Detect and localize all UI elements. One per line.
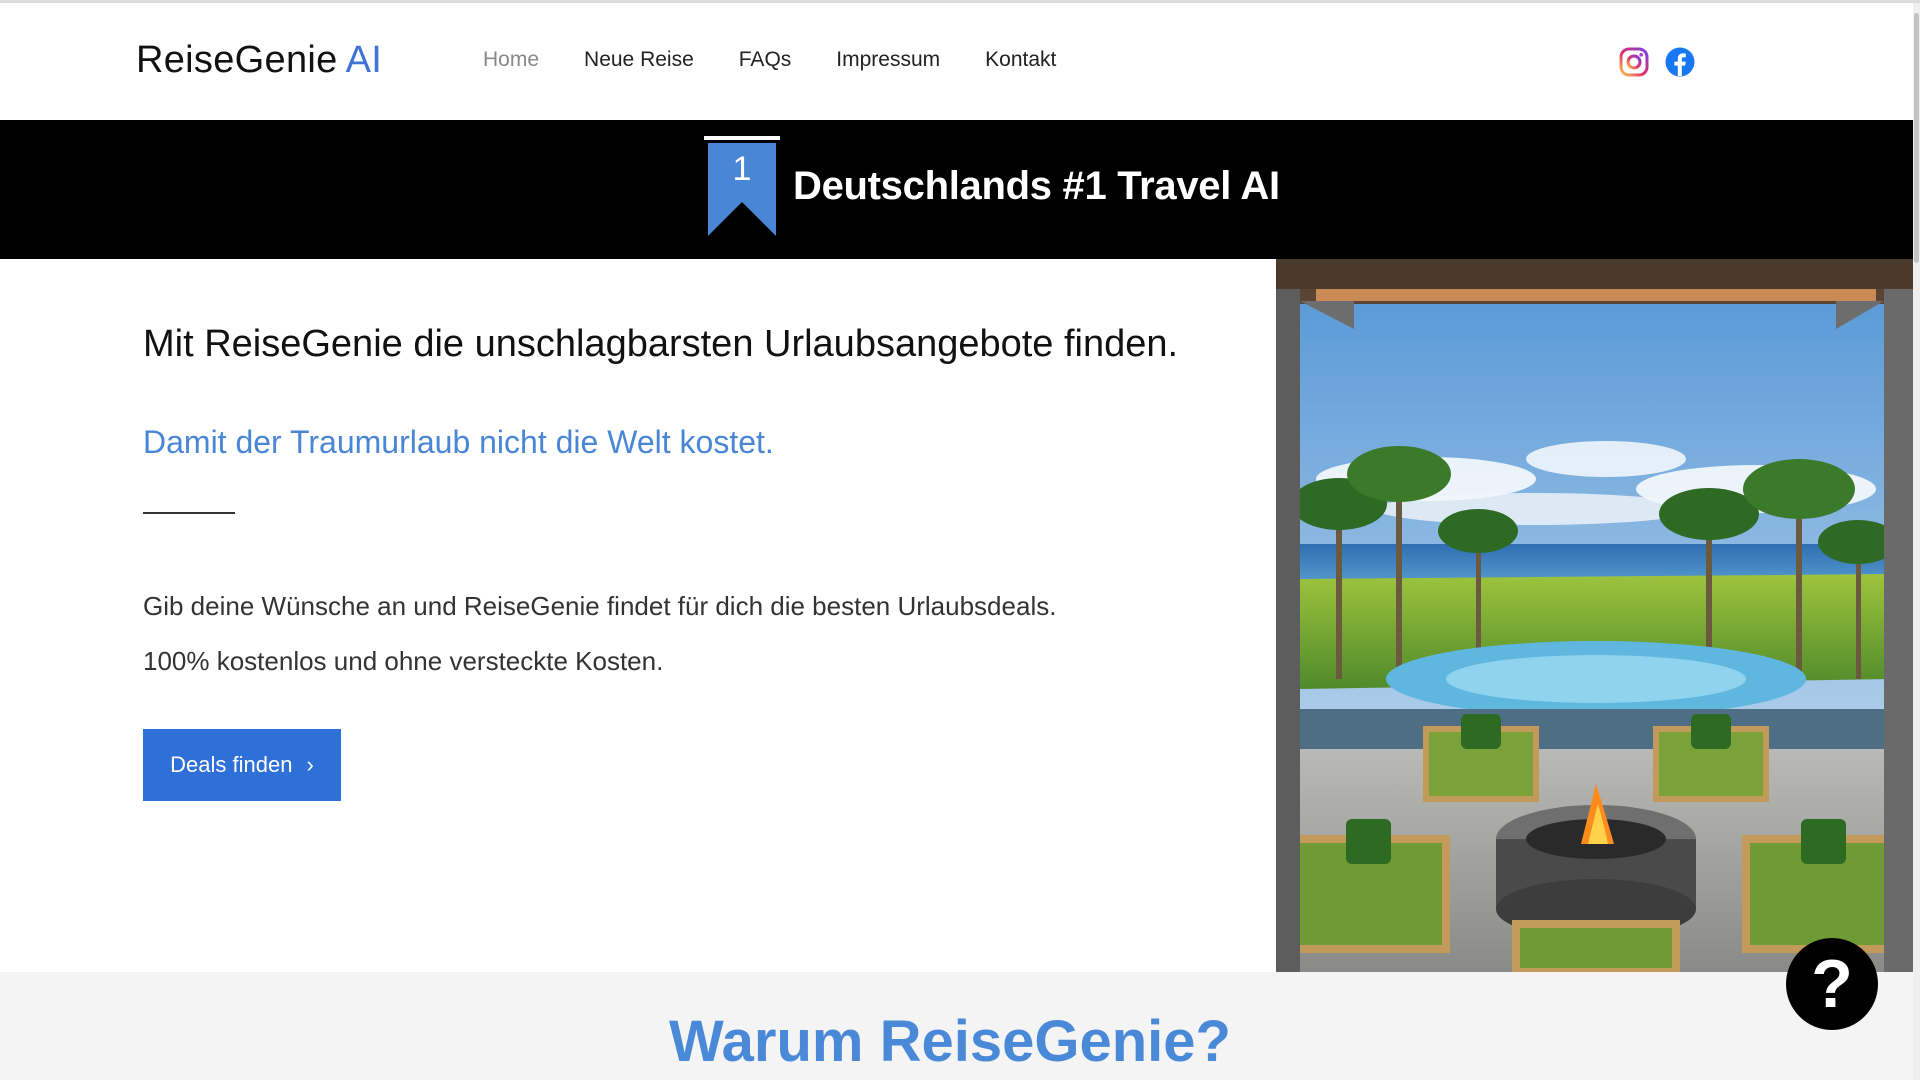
site-logo[interactable]: ReiseGenie AI bbox=[136, 39, 382, 82]
page-scrollbar[interactable] bbox=[1913, 3, 1920, 1080]
site-header: ReiseGenie AI Home Neue Reise FAQs Impres… bbox=[0, 3, 1920, 120]
hero-description-line-2: 100% kostenlos und ohne versteckte Koste… bbox=[143, 646, 664, 676]
hero-description-line-1: Gib deine Wünsche an und ReiseGenie find… bbox=[143, 591, 1057, 621]
nav-home[interactable]: Home bbox=[483, 48, 539, 72]
why-section: Warum ReiseGenie? bbox=[0, 972, 1913, 1080]
banner-title: Deutschlands #1 Travel AI bbox=[793, 164, 1280, 208]
hero-subline: Damit der Traumurlaub nicht die Welt kos… bbox=[143, 424, 774, 460]
deals-finden-label: Deals finden bbox=[170, 752, 293, 777]
nav-neue-reise[interactable]: Neue Reise bbox=[584, 48, 694, 72]
rank-number: 1 bbox=[733, 150, 752, 188]
why-section-title: Warum ReiseGenie? bbox=[669, 1009, 1231, 1074]
nav-kontakt[interactable]: Kontakt bbox=[985, 48, 1056, 72]
deals-finden-button[interactable]: Deals finden › bbox=[143, 729, 341, 801]
help-button[interactable]: ? bbox=[1786, 938, 1878, 1030]
top-banner: 1 Deutschlands #1 Travel AI bbox=[0, 120, 1920, 259]
hero-divider bbox=[143, 512, 235, 514]
main-nav: Home Neue Reise FAQs Impressum Kontakt bbox=[483, 48, 1101, 72]
chevron-right-icon: › bbox=[306, 752, 314, 777]
hero-headline: Mit ReiseGenie die unschlagbarsten Urlau… bbox=[143, 323, 1179, 365]
resort-photo bbox=[1276, 259, 1914, 972]
hero-content: Mit ReiseGenie die unschlagbarsten Urlau… bbox=[0, 259, 1276, 972]
facebook-icon[interactable] bbox=[1664, 46, 1696, 78]
instagram-icon[interactable] bbox=[1618, 46, 1650, 78]
hero-description: Gib deine Wünsche an und ReiseGenie find… bbox=[143, 579, 1056, 689]
nav-faqs[interactable]: FAQs bbox=[739, 48, 792, 72]
rank-ribbon-icon: 1 bbox=[704, 136, 780, 236]
social-links bbox=[1618, 46, 1696, 78]
logo-main: ReiseGenie bbox=[136, 39, 338, 81]
scrollbar-thumb[interactable] bbox=[1914, 13, 1919, 263]
nav-impressum[interactable]: Impressum bbox=[836, 48, 940, 72]
logo-accent: AI bbox=[345, 39, 383, 81]
